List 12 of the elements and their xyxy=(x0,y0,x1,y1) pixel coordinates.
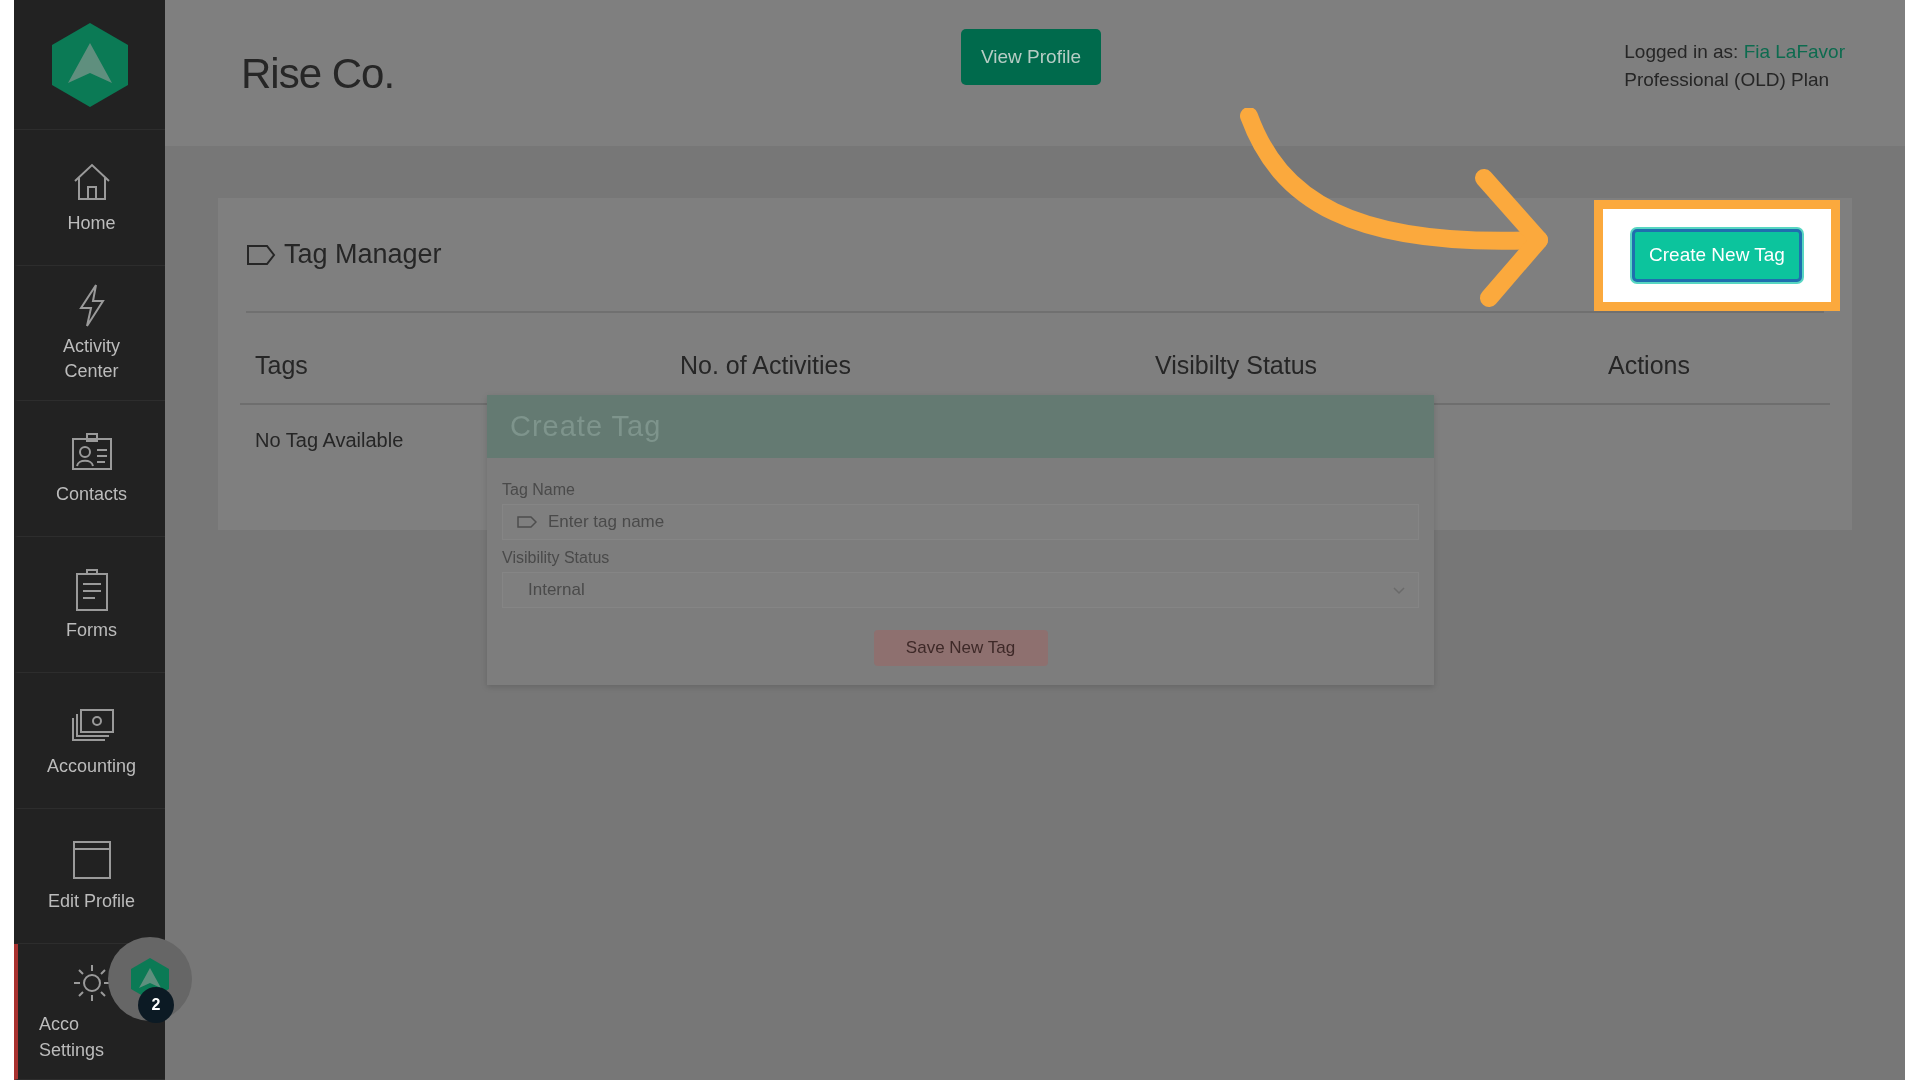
plan-name: Professional (OLD) Plan xyxy=(1624,68,1831,92)
column-header: Actions xyxy=(1608,351,1690,379)
logo-icon xyxy=(49,20,130,109)
card-title: Tag Manager xyxy=(284,238,442,272)
company-name: Rise Co. xyxy=(241,48,396,99)
column-header: Visibilty Status xyxy=(1155,351,1318,379)
empty-message: No Tag Available xyxy=(255,428,404,451)
tag-icon xyxy=(246,243,276,266)
view-profile-button[interactable]: View Profile xyxy=(961,28,1101,86)
logged-in-label: Logged in as: xyxy=(1624,40,1739,62)
column-header: No. of Activities xyxy=(680,351,851,379)
column-header: Tags xyxy=(255,351,308,379)
